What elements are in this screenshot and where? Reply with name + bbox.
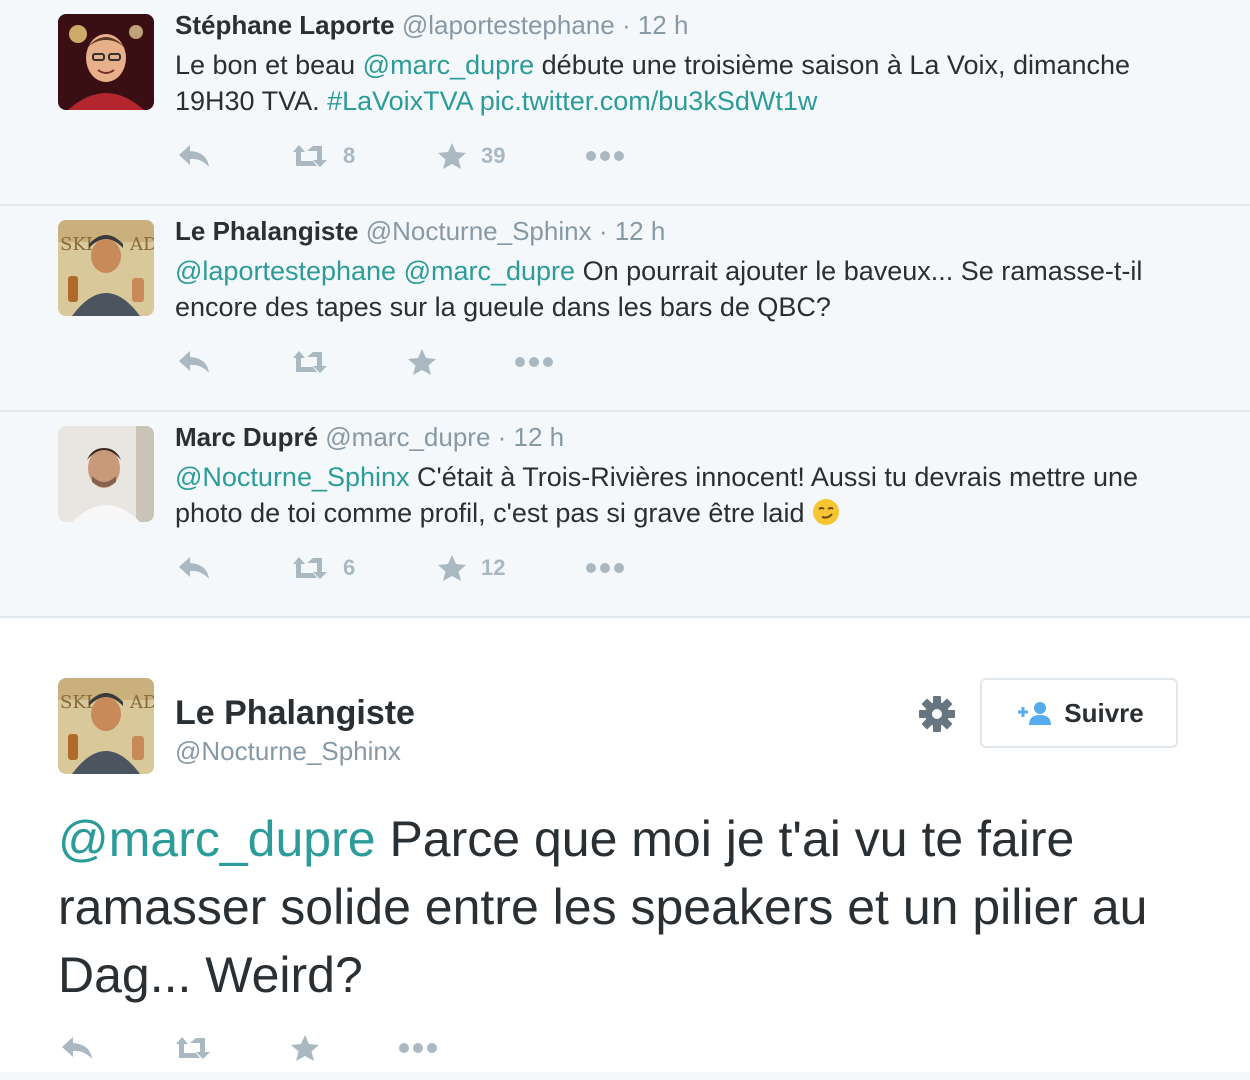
retweet-button[interactable] [289, 342, 343, 382]
mention-link[interactable]: @marc_dupre [58, 811, 376, 867]
retweet-button[interactable]: 6 [289, 548, 355, 588]
user-name[interactable]: Marc Dupré [175, 422, 318, 452]
retweet-icon [293, 557, 327, 579]
follow-button[interactable]: Suivre [980, 678, 1178, 748]
mention-link[interactable]: @marc_dupre [363, 50, 534, 80]
settings-button[interactable] [917, 694, 957, 734]
tweet-actions: 6 12 [175, 548, 675, 588]
tweet-text: @marc_dupre Parce que moi je t'ai vu te … [58, 805, 1208, 1009]
retweet-count: 8 [343, 143, 356, 168]
gear-icon [919, 696, 955, 732]
conversation-thread: Stéphane Laporte @laportestephane · 12 h… [0, 0, 1250, 618]
tweet-text: @laportestephane @marc_dupre On pourrait… [175, 253, 1185, 325]
star-icon [438, 143, 466, 169]
svg-text:SKI: SKI [60, 692, 93, 713]
favorite-button[interactable] [407, 342, 451, 382]
tweet-actions: 8 39 [175, 136, 675, 176]
star-icon [438, 555, 466, 581]
reply-button[interactable] [177, 342, 211, 382]
more-icon [586, 151, 624, 161]
tweet[interactable]: Marc Dupré @marc_dupre · 12 h @Nocturne_… [0, 412, 1250, 618]
mention-link[interactable]: @marc_dupre [404, 256, 575, 286]
more-button[interactable] [585, 548, 625, 588]
tweet-actions [58, 1028, 478, 1068]
retweet-button[interactable] [172, 1028, 212, 1068]
avatar[interactable]: SKI AD [58, 220, 154, 316]
tweet[interactable]: Stéphane Laporte @laportestephane · 12 h… [0, 0, 1250, 206]
hashtag-link[interactable]: #LaVoixTVA [327, 86, 472, 116]
tweet-header: Le Phalangiste @Nocturne_Sphinx · 12 h [175, 216, 665, 247]
focused-tweet: SKI AD Le Phalangiste @Nocturne_Sphinx S… [0, 618, 1250, 1080]
svg-text:AD: AD [129, 692, 154, 713]
avatar[interactable]: SKI AD [58, 678, 154, 774]
more-button[interactable] [514, 342, 554, 382]
retweet-icon [176, 1037, 210, 1059]
tweet-header: Marc Dupré @marc_dupre · 12 h [175, 422, 564, 453]
favorite-button[interactable]: 12 [437, 548, 505, 588]
svg-text:SKI: SKI [60, 234, 93, 255]
star-icon [291, 1035, 319, 1061]
more-icon [586, 563, 624, 573]
tweet[interactable]: SKI AD Le Phalangiste @Nocturne_Sphinx ·… [0, 206, 1250, 412]
more-button[interactable] [398, 1028, 438, 1068]
smirk-emoji-icon [812, 499, 839, 525]
reply-button[interactable] [60, 1028, 94, 1068]
add-user-icon [1018, 702, 1052, 725]
svg-text:AD: AD [129, 234, 154, 255]
user-name[interactable]: Le Phalangiste [175, 694, 415, 733]
mention-link[interactable]: @Nocturne_Sphinx [175, 462, 410, 492]
footer-divider [0, 1072, 1250, 1080]
retweet-icon [293, 145, 327, 167]
more-icon [399, 1043, 437, 1053]
avatar[interactable] [58, 426, 154, 522]
favorite-count: 39 [481, 143, 506, 168]
user-handle[interactable]: @laportestephane [402, 10, 615, 40]
text-part [472, 86, 480, 116]
user-handle[interactable]: @Nocturne_Sphinx [366, 216, 592, 246]
more-icon [515, 357, 553, 367]
reply-icon [179, 557, 209, 579]
reply-icon [179, 145, 209, 167]
favorite-count: 12 [481, 555, 506, 580]
timestamp[interactable]: · 12 h [622, 10, 689, 40]
reply-button[interactable] [177, 548, 211, 588]
user-handle[interactable]: @Nocturne_Sphinx [175, 736, 401, 767]
reply-button[interactable] [177, 136, 211, 176]
more-button[interactable] [585, 136, 625, 176]
media-link[interactable]: pic.twitter.com/bu3kSdWt1w [480, 86, 818, 116]
reply-icon [62, 1037, 92, 1059]
text-part [396, 256, 404, 286]
tweet-text: @Nocturne_Sphinx C'était à Trois-Rivière… [175, 459, 1185, 531]
timestamp[interactable]: · 12 h [599, 216, 666, 246]
user-name[interactable]: Stéphane Laporte [175, 10, 395, 40]
avatar[interactable] [58, 14, 154, 110]
tweet-header: Stéphane Laporte @laportestephane · 12 h [175, 10, 688, 41]
reply-icon [179, 351, 209, 373]
follow-label: Suivre [1064, 697, 1144, 728]
retweet-icon [293, 351, 327, 373]
text-part: Le bon et beau [175, 50, 363, 80]
user-name[interactable]: Le Phalangiste [175, 216, 359, 246]
tweet-text: Le bon et beau @marc_dupre débute une tr… [175, 47, 1185, 119]
mention-link[interactable]: @laportestephane [175, 256, 396, 286]
timestamp[interactable]: · 12 h [498, 422, 565, 452]
favorite-button[interactable]: 39 [437, 136, 505, 176]
retweet-count: 6 [343, 555, 356, 580]
star-icon [408, 349, 436, 375]
retweet-button[interactable]: 8 [289, 136, 355, 176]
favorite-button[interactable] [290, 1028, 320, 1068]
user-handle[interactable]: @marc_dupre [325, 422, 490, 452]
tweet-actions [175, 342, 675, 382]
